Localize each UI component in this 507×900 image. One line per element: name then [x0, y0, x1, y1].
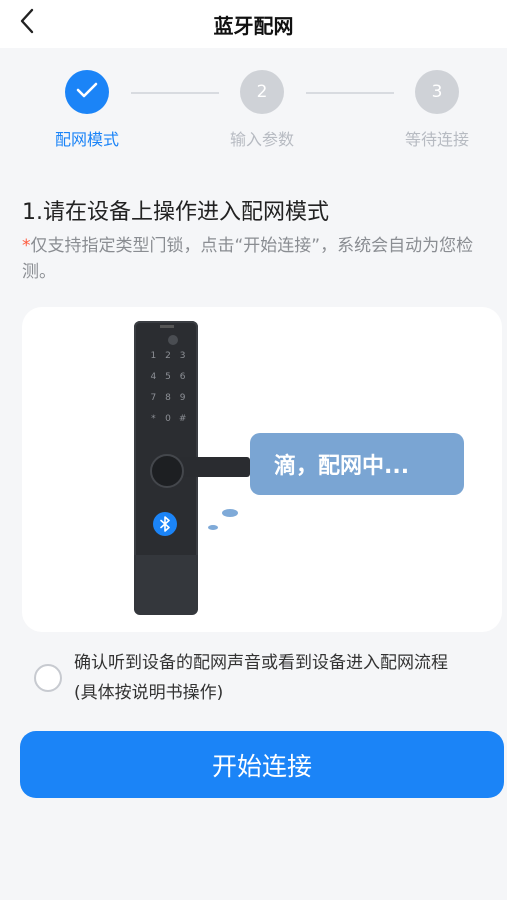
lock-keypad: 1 2 3 4 5 6 7 8 9 * 0 # — [146, 351, 190, 431]
camera-icon — [168, 335, 178, 345]
app-header: 蓝牙配网 — [0, 0, 507, 48]
step-3-label: 等待连接 — [404, 130, 469, 149]
door-lock-bottom-panel — [134, 555, 198, 615]
keypad-key: * — [151, 414, 156, 424]
keypad-key: 8 — [165, 393, 171, 403]
step-connector-1 — [131, 92, 219, 94]
instruction-note: *仅支持指定类型门锁，点击“开始连接”，系统会自动为您检测。 — [22, 233, 498, 285]
confirm-radio[interactable] — [34, 664, 62, 692]
progress-stepper: 2 3 配网模式 输入参数 等待连接 — [0, 70, 507, 160]
step-3-indicator: 3 — [415, 70, 459, 114]
instruction-note-text: 仅支持指定类型门锁，点击“开始连接”，系统会自动为您检测。 — [22, 236, 474, 282]
keypad-key: 1 — [150, 351, 157, 361]
signal-dot — [222, 509, 238, 517]
bluetooth-icon — [153, 512, 177, 536]
handle-base — [150, 454, 184, 488]
check-icon — [76, 81, 98, 104]
keypad-key: 4 — [150, 372, 157, 382]
keypad-key: 0 — [165, 414, 171, 424]
keypad-key: 6 — [179, 372, 186, 382]
step-1-label: 配网模式 — [54, 130, 119, 149]
keypad-key: 7 — [150, 393, 157, 403]
page-title: 蓝牙配网 — [213, 14, 294, 38]
door-lock-illustration: 1 2 3 4 5 6 7 8 9 * 0 # 滴，配网中... — [22, 307, 502, 632]
keypad-key: 5 — [165, 372, 171, 382]
speech-bubble: 滴，配网中... — [250, 433, 464, 495]
keypad-key: 3 — [179, 351, 186, 361]
signal-dot — [208, 525, 218, 530]
keypad-key: # — [178, 414, 187, 424]
instruction-title: 1.请在设备上操作进入配网模式 — [22, 200, 329, 225]
confirm-text[interactable]: 确认听到设备的配网声音或看到设备进入配网流程 (具体按说明书操作) — [74, 648, 474, 708]
step-2-label: 输入参数 — [229, 130, 294, 149]
step-connector-2 — [306, 92, 394, 94]
step-1-indicator — [65, 70, 109, 114]
step-2-indicator: 2 — [240, 70, 284, 114]
keypad-key: 9 — [179, 393, 186, 403]
required-star: * — [22, 236, 31, 256]
start-connect-button[interactable]: 开始连接 — [20, 731, 504, 798]
keypad-key: 2 — [165, 351, 171, 361]
lock-top-strip — [160, 325, 174, 328]
